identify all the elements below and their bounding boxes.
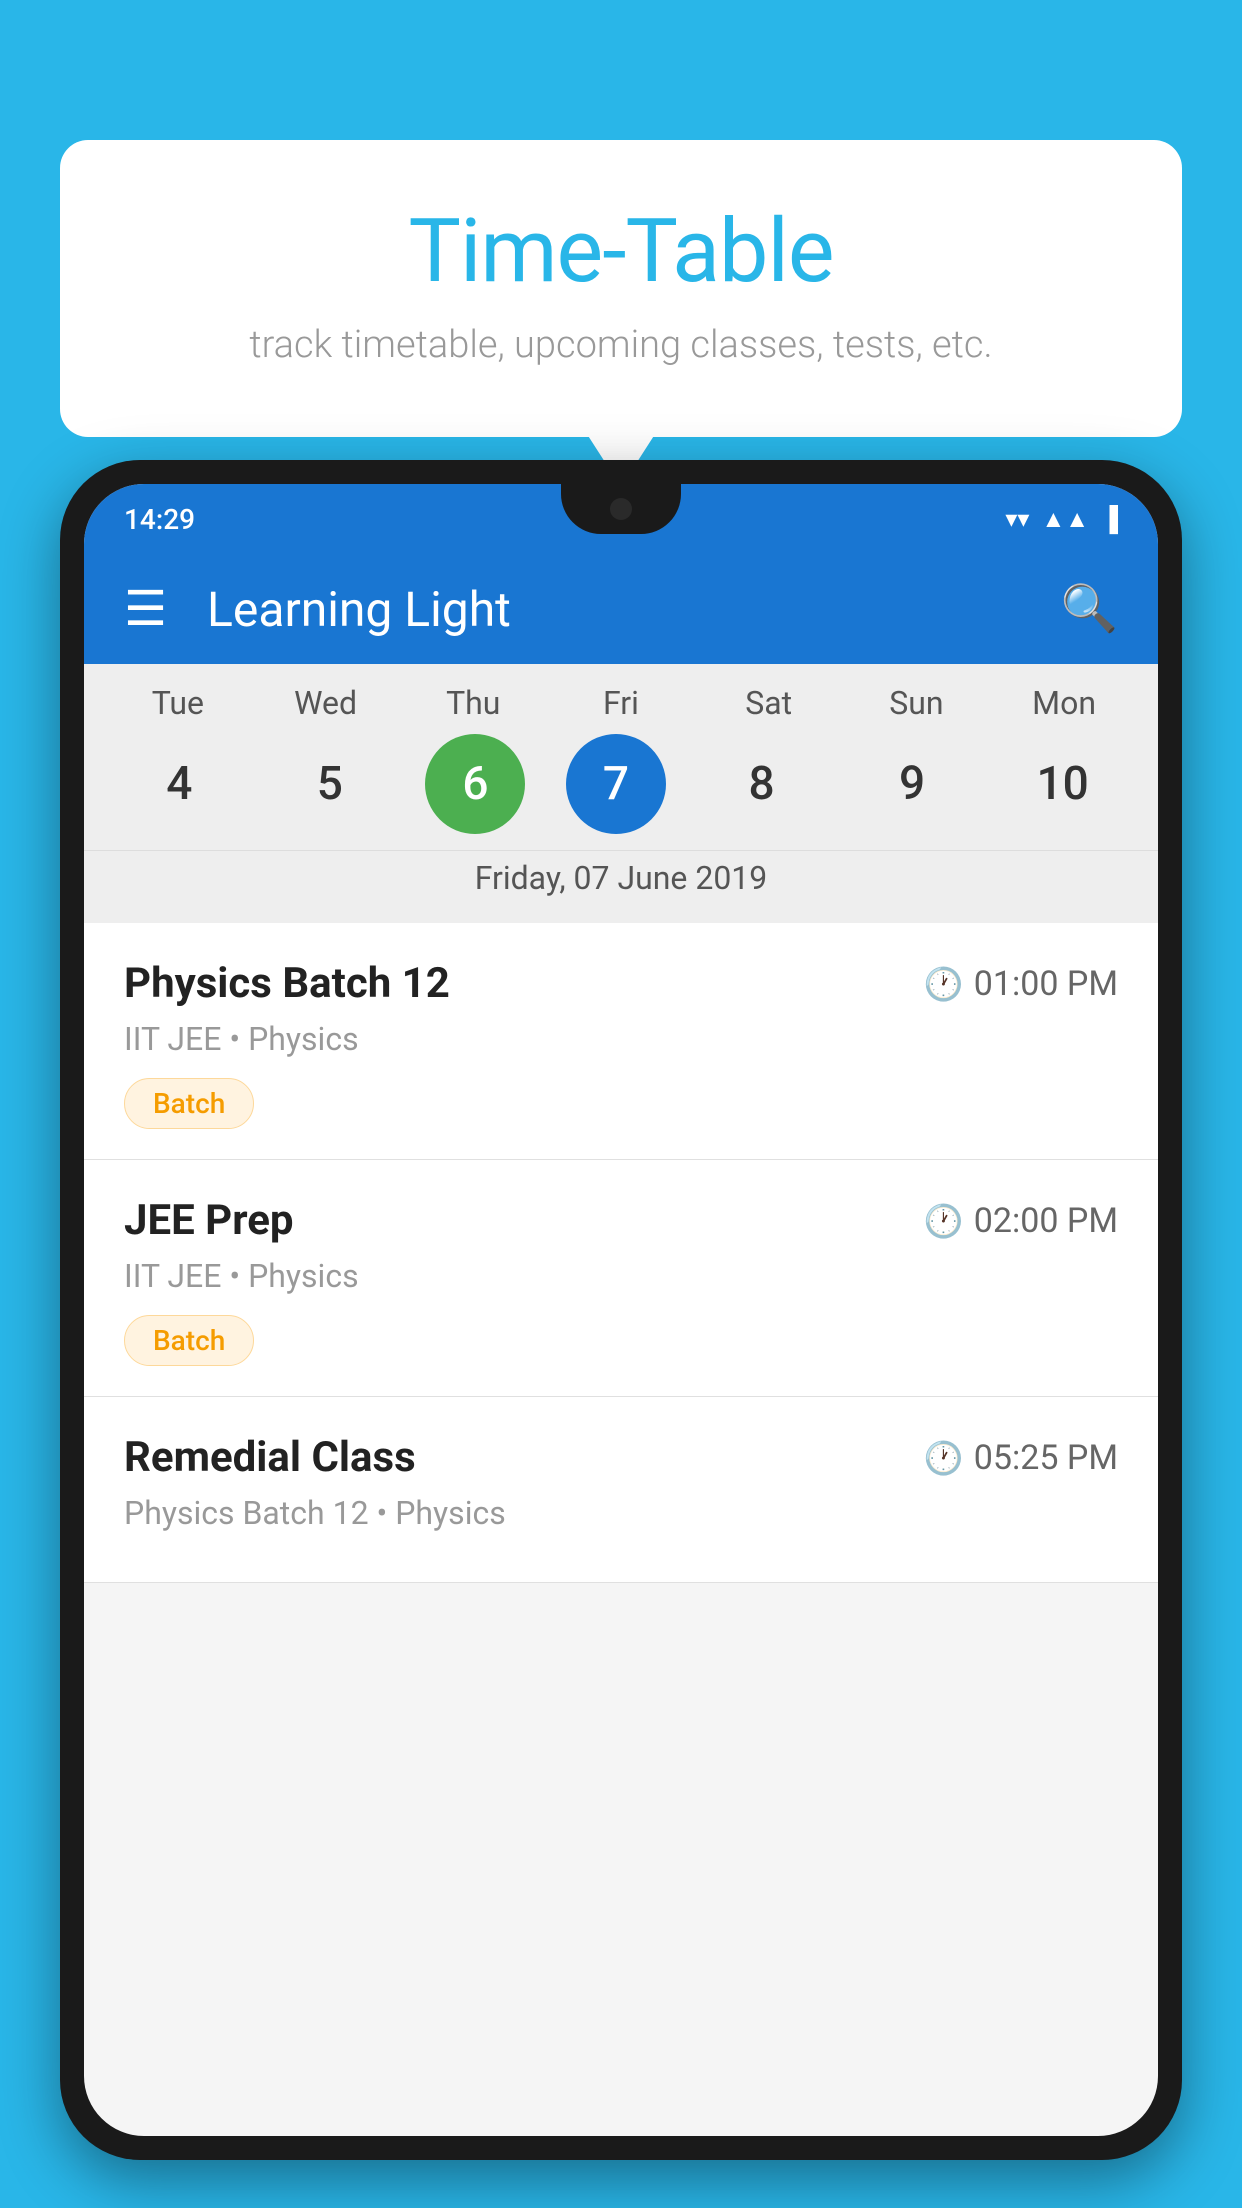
item-title-2: JEE Prep bbox=[124, 1196, 294, 1245]
search-icon[interactable]: 🔍 bbox=[1061, 582, 1118, 636]
battery-icon: ▐ bbox=[1101, 505, 1118, 534]
status-time: 14:29 bbox=[124, 503, 195, 536]
selected-date-label: Friday, 07 June 2019 bbox=[84, 850, 1158, 913]
item-time-1: 🕐 01:00 PM bbox=[924, 964, 1118, 1004]
day-6-today[interactable]: 6 bbox=[425, 734, 525, 834]
speech-bubble: Time-Table track timetable, upcoming cla… bbox=[60, 140, 1182, 437]
batch-tag-2: Batch bbox=[124, 1315, 254, 1366]
app-bar: ☰ Learning Light 🔍 bbox=[84, 554, 1158, 664]
notch bbox=[561, 484, 681, 534]
app-bar-title: Learning Light bbox=[207, 581, 1061, 638]
speech-bubble-section: Time-Table track timetable, upcoming cla… bbox=[60, 140, 1182, 437]
status-icons: ▾▾ ▲▲ ▐ bbox=[1005, 505, 1118, 534]
item-row1-3: Remedial Class 🕐 05:25 PM bbox=[124, 1433, 1118, 1482]
item-subtitle-1: IIT JEE • Physics bbox=[124, 1020, 1118, 1058]
day-header-mon: Mon bbox=[1009, 684, 1119, 722]
wifi-icon: ▾▾ bbox=[1005, 505, 1029, 533]
day-header-thu: Thu bbox=[418, 684, 528, 722]
item-title-1: Physics Batch 12 bbox=[124, 959, 450, 1008]
bubble-subtitle: track timetable, upcoming classes, tests… bbox=[140, 323, 1102, 367]
phone-wrapper: 14:29 ▾▾ ▲▲ ▐ ☰ Learning Light 🔍 Tu bbox=[60, 460, 1182, 2208]
signal-icon: ▲▲ bbox=[1041, 505, 1089, 534]
clock-icon-3: 🕐 bbox=[924, 1439, 964, 1477]
calendar-strip: Tue Wed Thu Fri Sat Sun Mon 4 5 6 7 8 9 … bbox=[84, 664, 1158, 923]
clock-icon-2: 🕐 bbox=[924, 1202, 964, 1240]
item-time-2: 🕐 02:00 PM bbox=[924, 1201, 1118, 1241]
camera bbox=[610, 498, 632, 520]
item-row1-2: JEE Prep 🕐 02:00 PM bbox=[124, 1196, 1118, 1245]
item-time-3: 🕐 05:25 PM bbox=[924, 1438, 1118, 1478]
day-9[interactable]: 9 bbox=[857, 734, 967, 834]
item-title-3: Remedial Class bbox=[124, 1433, 416, 1482]
clock-icon-1: 🕐 bbox=[924, 965, 964, 1003]
hamburger-icon[interactable]: ☰ bbox=[124, 585, 167, 633]
item-subtitle-2: IIT JEE • Physics bbox=[124, 1257, 1118, 1295]
day-headers: Tue Wed Thu Fri Sat Sun Mon bbox=[84, 684, 1158, 722]
phone-screen: 14:29 ▾▾ ▲▲ ▐ ☰ Learning Light 🔍 Tu bbox=[84, 484, 1158, 2136]
schedule-list: Physics Batch 12 🕐 01:00 PM IIT JEE • Ph… bbox=[84, 923, 1158, 1583]
day-10[interactable]: 10 bbox=[1008, 734, 1118, 834]
day-numbers: 4 5 6 7 8 9 10 bbox=[84, 734, 1158, 834]
item-subtitle-3: Physics Batch 12 • Physics bbox=[124, 1494, 1118, 1532]
day-header-fri: Fri bbox=[566, 684, 676, 722]
status-bar: 14:29 ▾▾ ▲▲ ▐ bbox=[84, 484, 1158, 554]
phone-frame: 14:29 ▾▾ ▲▲ ▐ ☰ Learning Light 🔍 Tu bbox=[60, 460, 1182, 2160]
day-5[interactable]: 5 bbox=[275, 734, 385, 834]
item-row1-1: Physics Batch 12 🕐 01:00 PM bbox=[124, 959, 1118, 1008]
day-4[interactable]: 4 bbox=[124, 734, 234, 834]
schedule-item-3[interactable]: Remedial Class 🕐 05:25 PM Physics Batch … bbox=[84, 1397, 1158, 1583]
schedule-item-2[interactable]: JEE Prep 🕐 02:00 PM IIT JEE • Physics Ba… bbox=[84, 1160, 1158, 1397]
bubble-title: Time-Table bbox=[140, 200, 1102, 303]
day-8[interactable]: 8 bbox=[707, 734, 817, 834]
day-header-tue: Tue bbox=[123, 684, 233, 722]
day-header-wed: Wed bbox=[271, 684, 381, 722]
day-header-sun: Sun bbox=[861, 684, 971, 722]
day-7-selected[interactable]: 7 bbox=[566, 734, 666, 834]
day-header-sat: Sat bbox=[714, 684, 824, 722]
schedule-item-1[interactable]: Physics Batch 12 🕐 01:00 PM IIT JEE • Ph… bbox=[84, 923, 1158, 1160]
batch-tag-1: Batch bbox=[124, 1078, 254, 1129]
